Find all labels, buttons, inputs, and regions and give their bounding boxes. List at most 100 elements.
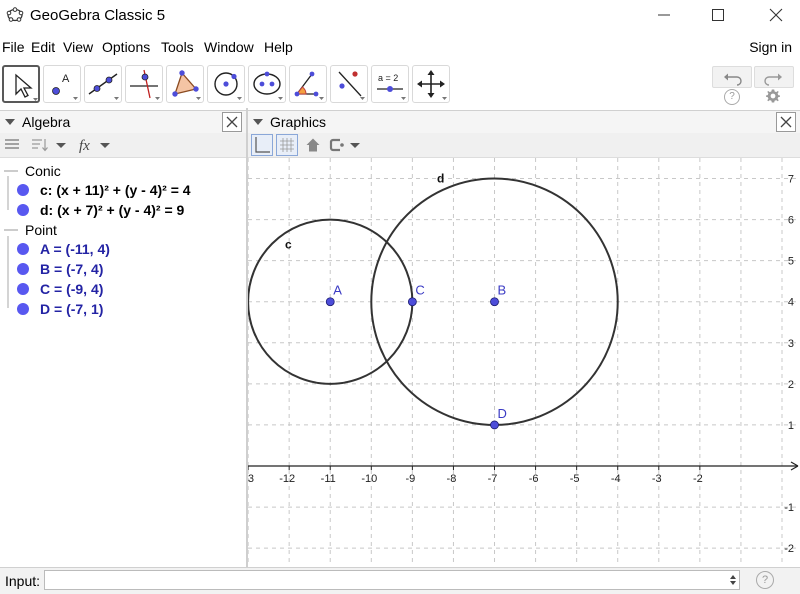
x-tick-label: -8 [447, 473, 457, 485]
menu-options[interactable]: Options [102, 39, 150, 55]
collapse-arrow-icon[interactable] [5, 119, 15, 125]
x-tick-label: -13 [248, 473, 254, 485]
visibility-toggle[interactable] [17, 243, 29, 255]
menu-file[interactable]: File [2, 39, 25, 55]
visibility-toggle[interactable] [17, 204, 29, 216]
y-tick-label: -1 [784, 502, 794, 514]
collapse-arrow-icon[interactable] [253, 119, 263, 125]
ellipse-tool-button[interactable] [248, 65, 286, 103]
y-tick-label: 2 [788, 379, 794, 391]
circle-center-icon [214, 72, 242, 100]
svg-text:A: A [62, 73, 70, 85]
home-icon[interactable] [305, 137, 321, 153]
undo-button[interactable] [712, 66, 752, 88]
line-tool-button[interactable] [84, 65, 122, 103]
redo-icon [764, 73, 782, 86]
angle-icon [294, 71, 324, 100]
close-window-button[interactable] [762, 4, 790, 26]
menu-tools[interactable]: Tools [161, 39, 194, 55]
circle-tool-button[interactable] [207, 65, 245, 103]
point-C [407, 297, 417, 307]
perpendicular-line-icon [130, 69, 160, 100]
point-label-D: D [498, 406, 507, 421]
geogebra-icon [6, 7, 24, 22]
input-field[interactable] [44, 570, 740, 590]
line-icon [88, 73, 119, 100]
algebra-item-text: B = (-7, 4) [40, 261, 104, 277]
menu-help[interactable]: Help [264, 39, 293, 55]
input-help-icon[interactable]: ? [756, 571, 774, 589]
y-tick-label: 5 [788, 256, 794, 268]
algebra-view: Conic c: (x + 11)² + (y - 4)² = 4 d: (x … [0, 158, 246, 566]
graphics-canvas[interactable]: -14-13-12-11-10-9-8-7-6-5-4-3-27654321-1… [248, 158, 800, 566]
point-icon: A [52, 73, 78, 100]
menu-lines-icon[interactable] [4, 137, 20, 153]
reflect-tool-button[interactable] [330, 65, 368, 103]
minimize-button[interactable] [650, 4, 678, 26]
move-graphics-tool-button[interactable] [412, 65, 450, 103]
toolbar: A a = 2 ? [0, 62, 800, 108]
visibility-toggle[interactable] [17, 303, 29, 315]
graphics-view[interactable]: -14-13-12-11-10-9-8-7-6-5-4-3-27654321-1… [248, 158, 800, 566]
angle-tool-button[interactable] [289, 65, 327, 103]
point-capture-icon[interactable] [328, 137, 362, 153]
title-bar: GeoGebra Classic 5 [0, 0, 800, 32]
move-cross-icon [417, 70, 447, 100]
visibility-toggle[interactable] [17, 283, 29, 295]
menu-view[interactable]: View [63, 39, 93, 55]
x-tick-label: -7 [488, 473, 498, 485]
y-tick-label: 4 [788, 297, 794, 309]
close-icon [780, 116, 792, 128]
algebra-item-text: C = (-9, 4) [40, 281, 104, 297]
sign-in-link[interactable]: Sign in [749, 39, 792, 55]
algebra-item-text: d: (x + 7)² + (y - 4)² = 9 [40, 202, 185, 218]
polygon-tool-button[interactable] [166, 65, 204, 103]
function-fx-icon[interactable]: fx [78, 135, 118, 155]
spinner-arrows-icon[interactable] [729, 574, 737, 586]
algebra-group-conic[interactable]: Conic [25, 163, 61, 179]
x-tick-label: -2 [693, 473, 703, 485]
graphics-view-header: Graphics [248, 110, 800, 134]
settings-gear-icon[interactable] [765, 88, 781, 104]
graphics-view-title: Graphics [270, 114, 327, 130]
redo-button[interactable] [754, 66, 794, 88]
input-bar: Input: ? [0, 567, 800, 594]
visibility-toggle[interactable] [17, 184, 29, 196]
toolbar-help-icon[interactable]: ? [724, 89, 740, 105]
slider-tool-label: a = 2 [378, 73, 398, 83]
point-tool-button[interactable]: A [43, 65, 81, 103]
close-icon [769, 8, 783, 22]
menu-edit[interactable]: Edit [31, 39, 55, 55]
point-D [490, 420, 499, 430]
x-tick-label: -10 [361, 473, 377, 485]
x-tick-label: -12 [279, 473, 295, 485]
y-tick-label: 7 [788, 174, 794, 186]
visibility-toggle[interactable] [17, 263, 29, 275]
menu-window[interactable]: Window [204, 39, 254, 55]
maximize-button[interactable] [704, 4, 732, 26]
algebra-group-point[interactable]: Point [25, 222, 57, 238]
perpendicular-tool-button[interactable] [125, 65, 163, 103]
y-tick-label: 6 [788, 215, 794, 227]
x-tick-label: -3 [652, 473, 662, 485]
close-algebra-button[interactable] [222, 112, 242, 132]
algebra-view-title: Algebra [22, 114, 71, 130]
circle-label-c: c [285, 237, 292, 251]
algebra-item-text: D = (-7, 1) [40, 301, 104, 317]
svg-text:fx: fx [79, 138, 90, 154]
circle-label-d: d [437, 172, 444, 186]
slider-tool-button[interactable]: a = 2 [371, 65, 409, 103]
window-title: GeoGebra Classic 5 [30, 7, 166, 24]
close-graphics-button[interactable] [776, 112, 796, 132]
x-tick-label: -5 [570, 473, 580, 485]
y-tick-label: 3 [788, 338, 794, 350]
axes-toggle-icon[interactable] [251, 134, 273, 156]
minimize-icon [658, 14, 670, 16]
grid-toggle-icon[interactable] [276, 134, 298, 156]
sort-icon[interactable] [30, 137, 70, 153]
point-B [490, 297, 499, 307]
point-label-B: B [498, 283, 507, 298]
point-A [325, 297, 335, 307]
move-tool-button[interactable] [2, 65, 40, 103]
y-tick-label: -2 [784, 543, 794, 555]
